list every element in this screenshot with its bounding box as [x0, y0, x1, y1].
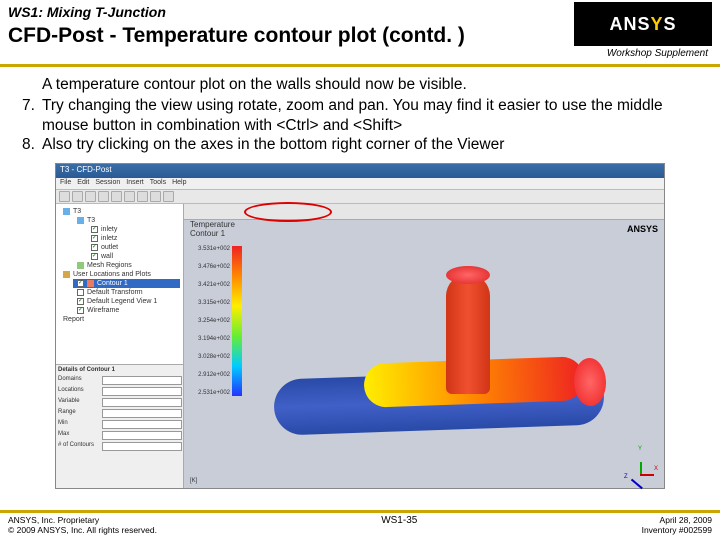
- viewer-logo: ANSYS: [627, 224, 658, 234]
- supplement-label: Workshop Supplement: [607, 48, 708, 59]
- toolbar-button[interactable]: [163, 191, 174, 202]
- domain-icon: [77, 217, 84, 224]
- ansys-logo: ANSYS: [574, 2, 712, 46]
- menu-item[interactable]: Edit: [77, 179, 89, 188]
- list-item: 8.Also try clicking on the axes in the b…: [22, 135, 698, 154]
- checkbox-icon[interactable]: [91, 244, 98, 251]
- window-titlebar: T3 - CFD-Post: [56, 164, 664, 178]
- view-toolbar: [184, 204, 664, 220]
- menu-item[interactable]: Session: [95, 179, 120, 188]
- viewer-3d[interactable]: ANSYS Temperature Contour 1 3.531e+002 3…: [184, 204, 664, 488]
- legend-bar: [232, 246, 242, 396]
- x-axis[interactable]: [640, 474, 654, 476]
- toolbar-button[interactable]: [59, 191, 70, 202]
- toolbar-button[interactable]: [85, 191, 96, 202]
- toolbar-button[interactable]: [72, 191, 83, 202]
- axis-triad[interactable]: Y X Z: [626, 452, 656, 482]
- menu-item[interactable]: Help: [172, 179, 186, 188]
- detail-input[interactable]: [102, 420, 182, 429]
- content-row: T3 T3 inlety inletz outlet wall Mesh Reg…: [56, 204, 664, 488]
- body-text: A temperature contour plot on the walls …: [0, 67, 720, 159]
- toolbar-button[interactable]: [111, 191, 122, 202]
- footer-left: ANSYS, Inc. Proprietary © 2009 ANSYS, In…: [8, 515, 157, 535]
- toolbar-button[interactable]: [150, 191, 161, 202]
- intro-text: A temperature contour plot on the walls …: [22, 75, 698, 94]
- checkbox-icon[interactable]: [91, 235, 98, 242]
- slide-footer: ANSYS, Inc. Proprietary © 2009 ANSYS, In…: [0, 510, 720, 540]
- checkbox-icon[interactable]: [91, 253, 98, 260]
- footer-right: April 28, 2009 Inventory #002599: [642, 515, 712, 535]
- legend-title: Temperature Contour 1: [190, 220, 235, 238]
- slide-header: WS1: Mixing T-Junction CFD-Post - Temper…: [0, 0, 720, 64]
- pipe-branch-cap: [446, 266, 490, 284]
- menubar[interactable]: File Edit Session Insert Tools Help: [56, 178, 664, 190]
- details-panel[interactable]: Details of Contour 1 Domains Locations V…: [56, 364, 184, 488]
- legend-unit: [K]: [190, 478, 197, 484]
- tree-contour-selected: Contour 1: [73, 279, 180, 288]
- checkbox-icon[interactable]: [91, 226, 98, 233]
- details-title: Details of Contour 1: [58, 367, 182, 373]
- pipe-geometry[interactable]: [274, 254, 624, 464]
- toolbar: [56, 190, 664, 204]
- detail-input[interactable]: [102, 398, 182, 407]
- step-list: 7.Try changing the view using rotate, zo…: [22, 96, 698, 154]
- toolbar-button[interactable]: [124, 191, 135, 202]
- detail-input[interactable]: [102, 409, 182, 418]
- checkbox-icon[interactable]: [77, 298, 84, 305]
- case-icon: [63, 208, 70, 215]
- detail-input[interactable]: [102, 387, 182, 396]
- annotation-oval: [244, 202, 332, 222]
- app-screenshot: T3 - CFD-Post File Edit Session Insert T…: [55, 163, 665, 489]
- z-axis[interactable]: [631, 479, 643, 489]
- detail-input[interactable]: [102, 376, 182, 385]
- outline-tree[interactable]: T3 T3 inlety inletz outlet wall Mesh Reg…: [56, 204, 184, 488]
- userloc-icon: [63, 271, 70, 278]
- menu-item[interactable]: Tools: [150, 179, 166, 188]
- checkbox-icon[interactable]: [77, 307, 84, 314]
- checkbox-icon[interactable]: [77, 280, 84, 287]
- menu-item[interactable]: File: [60, 179, 71, 188]
- pipe-branch: [446, 274, 490, 394]
- checkbox-icon[interactable]: [77, 289, 84, 296]
- detail-input[interactable]: [102, 431, 182, 440]
- contour-icon: [87, 280, 94, 287]
- menu-item[interactable]: Insert: [126, 179, 144, 188]
- toolbar-button[interactable]: [137, 191, 148, 202]
- logo-text: ANSYS: [609, 14, 676, 35]
- toolbar-button[interactable]: [98, 191, 109, 202]
- detail-input[interactable]: [102, 442, 182, 451]
- page-number: WS1-35: [157, 515, 642, 535]
- tree-case: T3: [59, 207, 180, 216]
- pipe-outlet: [573, 357, 607, 406]
- list-item: 7.Try changing the view using rotate, zo…: [22, 96, 698, 135]
- mesh-icon: [77, 262, 84, 269]
